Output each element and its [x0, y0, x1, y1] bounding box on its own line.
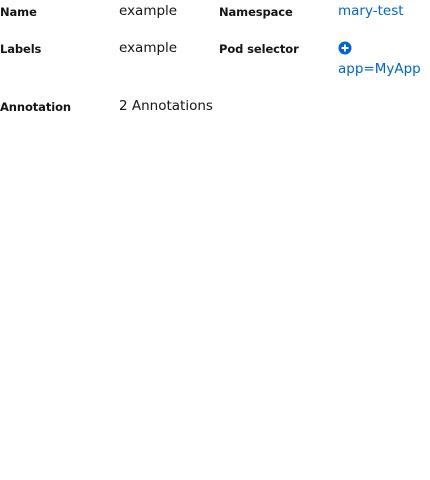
namespace-label: Namespace: [219, 5, 293, 19]
labels-label: Labels: [0, 42, 42, 56]
namespace-link[interactable]: mary-test: [338, 3, 404, 19]
resource-details: Name example Namespace mary-test Labels …: [0, 0, 430, 480]
plus-circle-icon[interactable]: [338, 41, 352, 55]
pod-selector-label: Pod selector: [219, 42, 299, 56]
annotation-value: 2 Annotations: [119, 98, 213, 114]
pod-selector-link[interactable]: app=MyApp: [338, 61, 421, 77]
annotation-label: Annotation: [0, 100, 71, 114]
labels-value: example: [119, 40, 178, 56]
name-value: example: [119, 3, 178, 19]
name-label: Name: [0, 5, 37, 19]
